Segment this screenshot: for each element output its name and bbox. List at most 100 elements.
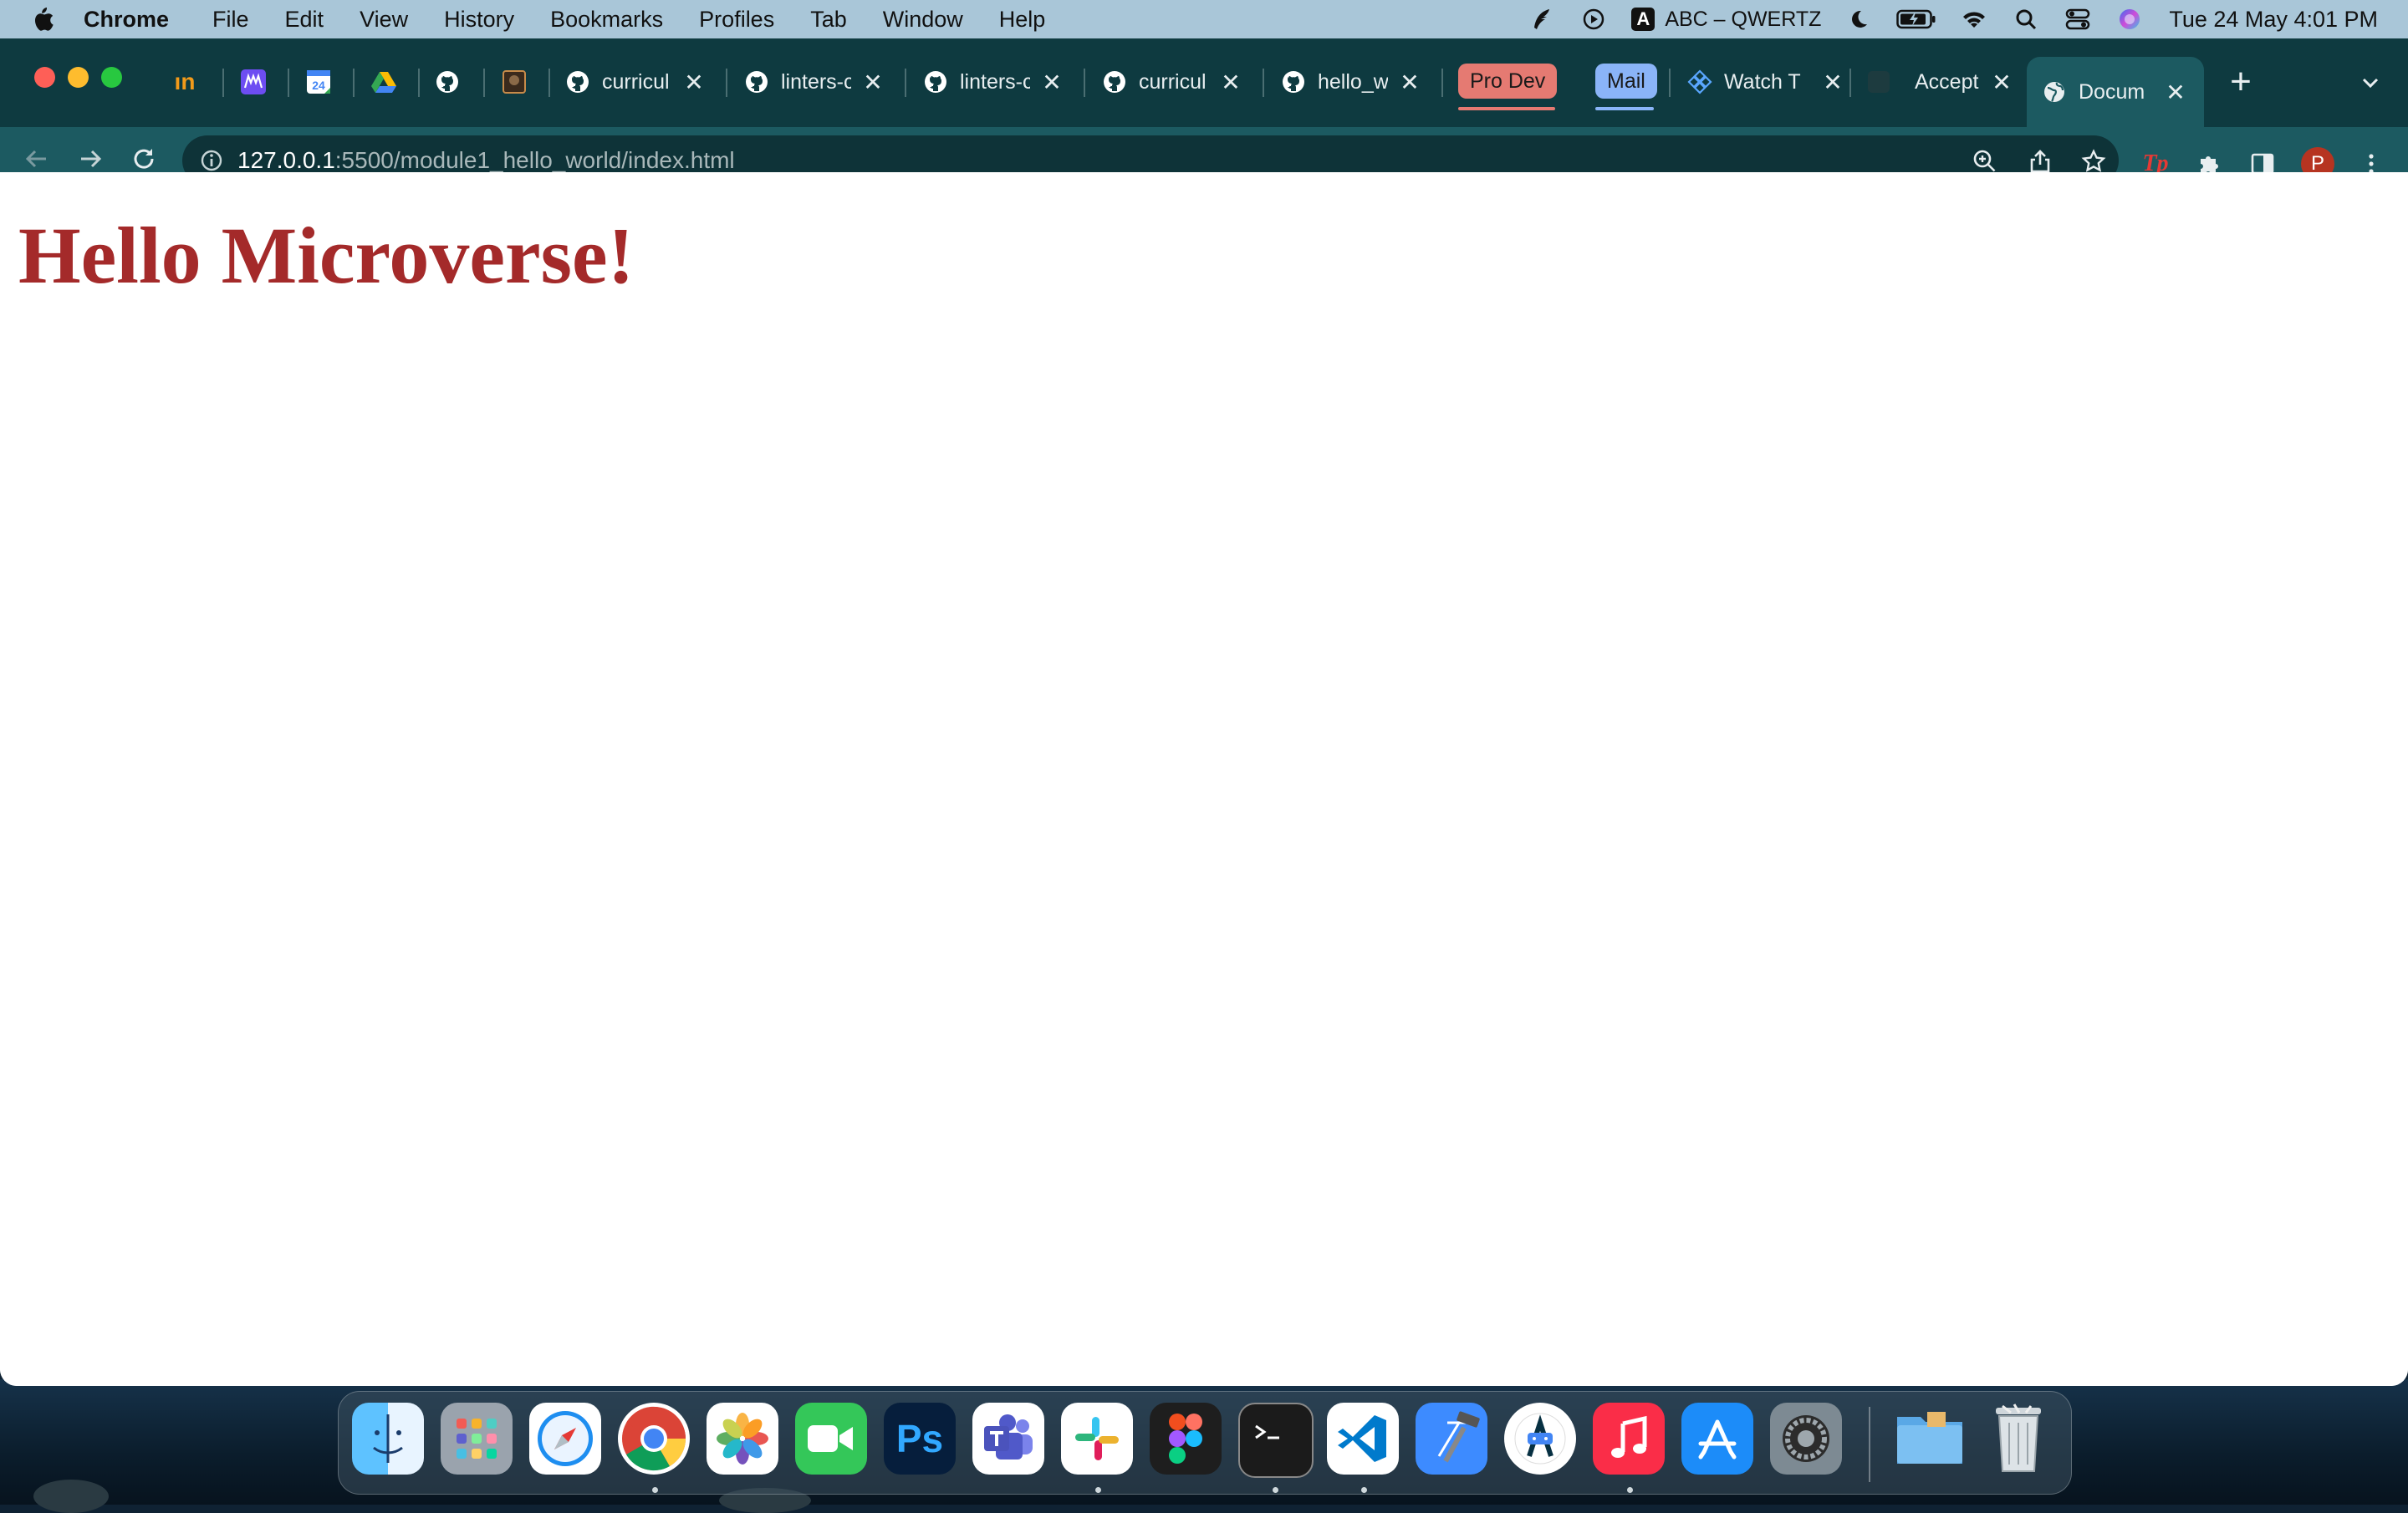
tab-microverse[interactable] bbox=[241, 57, 274, 107]
menu-window[interactable]: Window bbox=[883, 7, 963, 33]
tab-title: hello_w bbox=[1318, 69, 1388, 94]
app-store-icon[interactable] bbox=[1681, 1403, 1753, 1475]
facetime-icon[interactable] bbox=[795, 1403, 867, 1475]
tab-close-icon[interactable]: ✕ bbox=[682, 69, 706, 95]
tab-strip: ın 24 curricul ✕ linters-c ✕ linters-c ✕… bbox=[0, 38, 2408, 127]
menu-bookmarks[interactable]: Bookmarks bbox=[550, 7, 663, 33]
google-drive-icon bbox=[371, 69, 396, 94]
tab-separator bbox=[1084, 69, 1085, 97]
slack-icon[interactable] bbox=[1061, 1403, 1133, 1475]
feather-icon[interactable] bbox=[1528, 7, 1556, 32]
share-icon[interactable] bbox=[2027, 148, 2053, 175]
trash-icon[interactable] bbox=[1982, 1403, 2054, 1475]
siri-icon[interactable] bbox=[2115, 7, 2144, 32]
chrome-icon[interactable] bbox=[618, 1403, 690, 1475]
system-preferences-gear-icon[interactable] bbox=[1770, 1403, 1842, 1475]
tab-hello-world[interactable]: hello_w ✕ bbox=[1281, 57, 1428, 107]
tab-close-icon[interactable]: ✕ bbox=[2164, 79, 2187, 105]
new-tab-button[interactable]: + bbox=[2224, 61, 2258, 102]
spotlight-search-icon[interactable] bbox=[2012, 7, 2040, 32]
control-center-icon[interactable] bbox=[2064, 7, 2092, 32]
menu-bar-status-area: A ABC – QWERTZ Tue 24 May 4:01 PM bbox=[1504, 0, 2378, 38]
terminal-icon[interactable] bbox=[1238, 1403, 1314, 1478]
tab-group-underline bbox=[1595, 107, 1654, 110]
tab-close-icon[interactable]: ✕ bbox=[1821, 69, 1844, 95]
battery-charging-icon[interactable] bbox=[1896, 7, 1936, 32]
microsoft-teams-icon[interactable] bbox=[972, 1403, 1044, 1475]
github-icon bbox=[923, 69, 948, 94]
tab-separator bbox=[222, 69, 224, 97]
safari-icon[interactable] bbox=[529, 1403, 601, 1475]
finder-icon[interactable] bbox=[352, 1403, 424, 1475]
running-indicator bbox=[652, 1487, 658, 1493]
tab-group-pro-dev[interactable]: Pro Dev bbox=[1458, 64, 1558, 99]
window-close-button[interactable] bbox=[34, 67, 55, 88]
tab-meetup[interactable]: ın bbox=[172, 57, 206, 107]
site-info-icon[interactable] bbox=[199, 148, 224, 173]
window-zoom-button[interactable] bbox=[101, 67, 122, 88]
tab-close-icon[interactable]: ✕ bbox=[1219, 69, 1242, 95]
tab-picture[interactable] bbox=[502, 57, 535, 107]
tab-title: curricul bbox=[602, 69, 670, 94]
running-indicator bbox=[1095, 1487, 1101, 1493]
tab-linters-2[interactable]: linters-c ✕ bbox=[923, 57, 1070, 107]
tab-curriculum-1[interactable]: curricul ✕ bbox=[565, 57, 712, 107]
xcode-icon[interactable] bbox=[1416, 1403, 1487, 1475]
window-minimize-button[interactable] bbox=[68, 67, 89, 88]
tab-close-icon[interactable]: ✕ bbox=[1398, 69, 1421, 95]
menu-help[interactable]: Help bbox=[999, 7, 1046, 33]
running-indicator bbox=[1273, 1487, 1278, 1493]
svg-text:24: 24 bbox=[312, 79, 325, 92]
menu-edit[interactable]: Edit bbox=[285, 7, 324, 33]
url-text: 127.0.0.1:5500/module1_hello_world/index… bbox=[237, 147, 735, 174]
wifi-icon[interactable] bbox=[1960, 7, 1988, 32]
input-source-menu[interactable]: A ABC – QWERTZ bbox=[1631, 8, 1821, 32]
tab-separator bbox=[905, 69, 906, 97]
android-studio-icon[interactable] bbox=[1504, 1403, 1576, 1475]
flag-icon bbox=[1687, 69, 1712, 94]
microverse-icon bbox=[241, 69, 266, 94]
menu-tab[interactable]: Tab bbox=[810, 7, 847, 33]
launchpad-icon[interactable] bbox=[441, 1403, 513, 1475]
dark-square-icon bbox=[1866, 69, 1891, 94]
do-not-disturb-moon-icon[interactable] bbox=[1844, 7, 1873, 32]
menu-history[interactable]: History bbox=[444, 7, 514, 33]
tab-separator bbox=[483, 69, 485, 97]
tab-curriculum-2[interactable]: curricul ✕ bbox=[1102, 57, 1249, 107]
menu-profiles[interactable]: Profiles bbox=[699, 7, 774, 33]
downloads-folder-icon[interactable] bbox=[1894, 1403, 1966, 1475]
figma-icon[interactable] bbox=[1150, 1403, 1222, 1475]
tab-github[interactable] bbox=[435, 57, 468, 107]
tab-group-mail[interactable]: Mail bbox=[1595, 64, 1657, 99]
tab-title: linters-c bbox=[960, 69, 1030, 94]
menu-file[interactable]: File bbox=[212, 7, 249, 33]
tab-google-drive[interactable] bbox=[371, 57, 405, 107]
menu-bar-clock[interactable]: Tue 24 May 4:01 PM bbox=[2169, 7, 2378, 33]
vscode-icon[interactable] bbox=[1327, 1403, 1399, 1475]
keyboard-layout-icon: A bbox=[1631, 8, 1656, 31]
play-circle-icon[interactable] bbox=[1579, 7, 1608, 32]
tab-group-underline bbox=[1458, 107, 1555, 110]
music-icon[interactable] bbox=[1593, 1403, 1665, 1475]
tab-search-chevron-icon[interactable] bbox=[2358, 70, 2383, 95]
tab-separator bbox=[1441, 69, 1443, 97]
tab-linters-1[interactable]: linters-c ✕ bbox=[744, 57, 891, 107]
tab-close-icon[interactable]: ✕ bbox=[861, 69, 885, 95]
menu-app-name[interactable]: Chrome bbox=[84, 7, 169, 33]
page-heading: Hello Microverse! bbox=[18, 211, 635, 300]
apple-menu-icon[interactable] bbox=[30, 5, 55, 33]
zoom-magnifier-icon[interactable] bbox=[1972, 148, 1998, 175]
tab-close-icon[interactable]: ✕ bbox=[1990, 69, 2013, 95]
tab-watch[interactable]: Watch T ✕ bbox=[1687, 57, 1851, 107]
tab-document-active[interactable]: Docum ✕ bbox=[2027, 57, 2204, 127]
meetup-icon: ın bbox=[174, 69, 196, 94]
tab-separator bbox=[1669, 69, 1671, 97]
photos-icon[interactable] bbox=[707, 1403, 778, 1475]
tab-title: Watch T bbox=[1724, 69, 1801, 94]
tab-calendar[interactable]: 24 bbox=[306, 57, 339, 107]
menu-view[interactable]: View bbox=[360, 7, 408, 33]
tab-accept[interactable]: Accept ✕ bbox=[1866, 57, 2020, 107]
tab-close-icon[interactable]: ✕ bbox=[1040, 69, 1064, 95]
bookmark-star-icon[interactable] bbox=[2080, 148, 2107, 175]
photoshop-icon[interactable]: Ps bbox=[884, 1403, 956, 1475]
